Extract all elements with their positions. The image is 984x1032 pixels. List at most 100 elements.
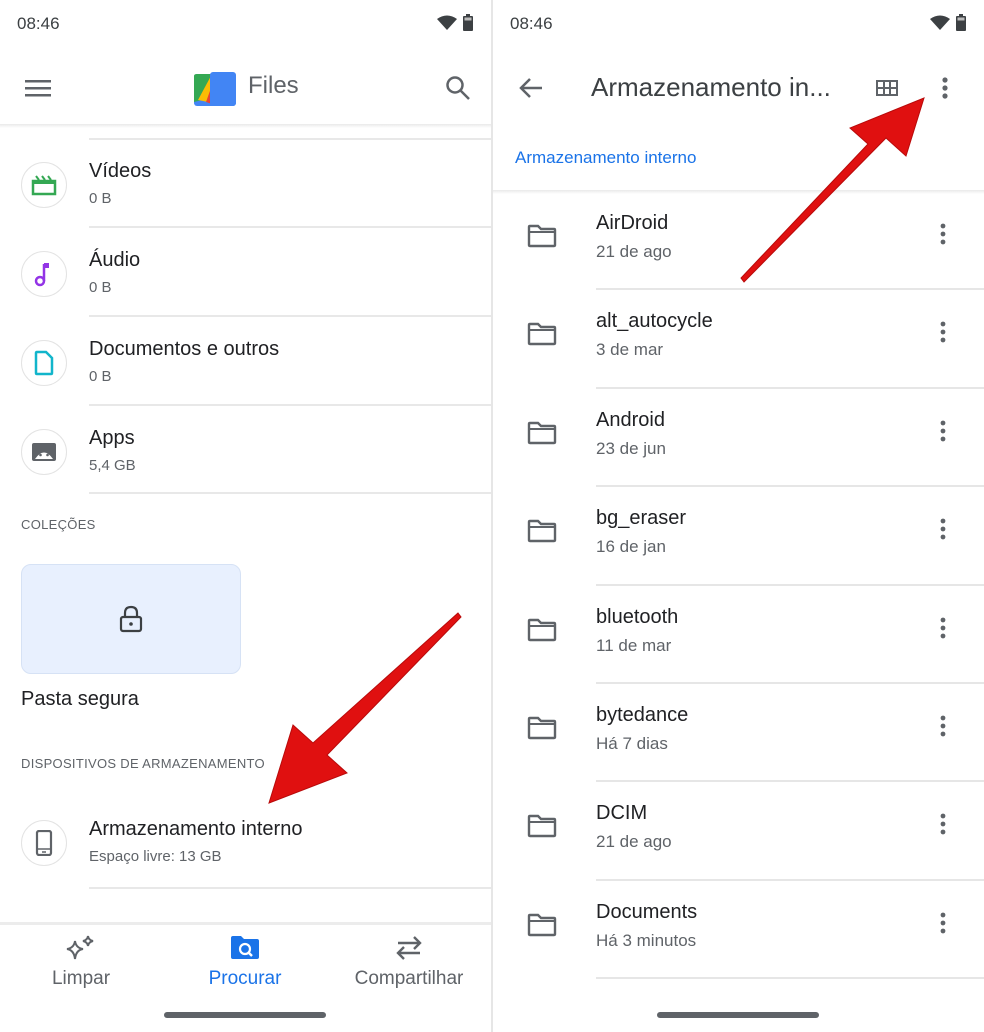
folder-name: bg_eraser: [596, 507, 687, 530]
category-title: Apps: [89, 427, 135, 449]
more-vert-icon: [940, 420, 946, 442]
folder-more-button[interactable]: [931, 316, 955, 348]
folder-name: bytedance: [596, 704, 689, 726]
safe-folder-card[interactable]: [21, 564, 241, 674]
app-bar: Files: [0, 56, 491, 120]
screen-title: Armazenamento in...: [591, 72, 831, 102]
swap-arrows-icon: [396, 936, 422, 960]
appbar-shadow: [0, 124, 491, 128]
list-divider: [89, 887, 491, 889]
folder-more-button[interactable]: [931, 218, 955, 250]
lock-icon: [119, 605, 143, 633]
more-options-button[interactable]: [933, 70, 957, 106]
list-divider: [89, 315, 491, 317]
folder-name: alt_autocycle: [596, 310, 713, 333]
nav-label: Procurar: [208, 968, 282, 989]
nav-share[interactable]: Compartilhar: [334, 935, 484, 990]
folder-more-button[interactable]: [931, 710, 955, 742]
list-divider: [596, 780, 984, 783]
category-title: Áudio: [89, 249, 141, 271]
battery-icon: [463, 14, 473, 31]
more-vert-icon: [940, 715, 946, 737]
battery-icon: [956, 14, 966, 31]
folder-date: 21 de ago: [596, 832, 672, 852]
menu-button[interactable]: [20, 72, 56, 104]
folder-row[interactable]: alt_autocycle 3 de mar: [493, 292, 984, 390]
folder-row[interactable]: bluetooth 11 de mar: [493, 588, 984, 686]
search-button[interactable]: [440, 70, 476, 106]
music-note-icon: [34, 263, 49, 287]
folder-row[interactable]: bytedance Há 7 dias: [493, 686, 984, 784]
list-divider: [596, 583, 984, 586]
category-apps[interactable]: Apps 5,4 GB: [0, 407, 491, 495]
folder-date: 16 de jan: [596, 537, 666, 557]
search-icon: [446, 76, 470, 100]
folder-row[interactable]: DCIM 21 de ago: [493, 784, 984, 882]
app-bar: Armazenamento in...: [493, 56, 984, 120]
folder-name: DCIM: [596, 802, 648, 825]
folder-more-button[interactable]: [931, 415, 955, 447]
nav-clean[interactable]: Limpar: [6, 935, 156, 990]
files-logo-icon: [194, 72, 236, 106]
files-home-screen: 08:46 Files Vídeos 0 B Áudio 0 B Documen…: [0, 0, 491, 1032]
category-documents[interactable]: Documentos e outros 0 B: [0, 318, 491, 406]
folder-date: 11 de mar: [596, 635, 672, 655]
category-title: Documentos e outros: [89, 338, 280, 360]
document-icon: [34, 350, 54, 376]
nav-browse[interactable]: Procurar: [170, 935, 320, 990]
folder-icon: [527, 815, 557, 838]
back-button[interactable]: [513, 70, 549, 106]
home-gesture-bar[interactable]: [164, 1012, 326, 1018]
list-divider: [596, 682, 984, 684]
category-title: Vídeos: [89, 160, 152, 182]
breadcrumb[interactable]: Armazenamento interno: [515, 148, 696, 168]
android-app-icon: [32, 443, 56, 461]
wifi-icon: [930, 15, 950, 30]
storage-title: Armazenamento interno: [89, 818, 303, 840]
more-vert-icon: [940, 518, 946, 540]
phone-icon: [35, 830, 53, 856]
sparkle-icon: [66, 935, 94, 960]
collections-label: COLEÇÕES: [21, 517, 96, 532]
grid-view-button[interactable]: [871, 72, 903, 104]
more-vert-icon: [940, 912, 946, 934]
folder-icon: [527, 913, 557, 936]
category-audio[interactable]: Áudio 0 B: [0, 229, 491, 317]
more-vert-icon: [940, 321, 946, 343]
wifi-icon: [437, 15, 457, 30]
folder-more-button[interactable]: [931, 907, 955, 939]
list-divider: [596, 977, 984, 980]
folder-more-button[interactable]: [931, 513, 955, 545]
folder-date: 23 de jun: [596, 438, 666, 458]
video-clapper-icon: [31, 175, 57, 196]
nav-label: Limpar: [51, 968, 111, 989]
storage-devices-label: DISPOSITIVOS DE ARMAZENAMENTO: [21, 756, 265, 771]
nav-label: Compartilhar: [354, 968, 464, 989]
folder-name: Documents: [596, 900, 698, 923]
folder-row[interactable]: Documents Há 3 minutos: [493, 883, 984, 981]
list-divider: [596, 485, 984, 488]
folder-date: Há 3 minutos: [596, 930, 697, 950]
internal-storage-item[interactable]: Armazenamento interno Espaço livre: 13 G…: [0, 798, 491, 886]
status-time: 08:46: [510, 14, 553, 33]
folder-icon: [527, 618, 557, 641]
folder-more-button[interactable]: [931, 808, 955, 840]
more-vert-icon: [940, 617, 946, 638]
list-divider: [89, 492, 491, 494]
category-size: 0 B: [89, 368, 112, 385]
status-bar: 08:46: [0, 0, 491, 48]
folder-icon: [527, 224, 557, 248]
more-vert-icon: [942, 77, 948, 99]
folder-date: Há 7 dias: [596, 734, 668, 753]
home-gesture-bar[interactable]: [657, 1012, 819, 1018]
list-divider: [596, 288, 984, 291]
folder-icon: [527, 421, 557, 444]
category-videos[interactable]: Vídeos 0 B: [0, 140, 491, 228]
folder-row[interactable]: Android 23 de jun: [493, 391, 984, 489]
folder-row[interactable]: AirDroid 21 de ago: [493, 194, 984, 292]
folder-icon: [527, 323, 557, 346]
list-divider: [596, 878, 984, 881]
folder-more-button[interactable]: [931, 612, 955, 644]
folder-row[interactable]: bg_eraser 16 de jan: [493, 489, 984, 587]
folder-search-icon: [231, 936, 259, 959]
